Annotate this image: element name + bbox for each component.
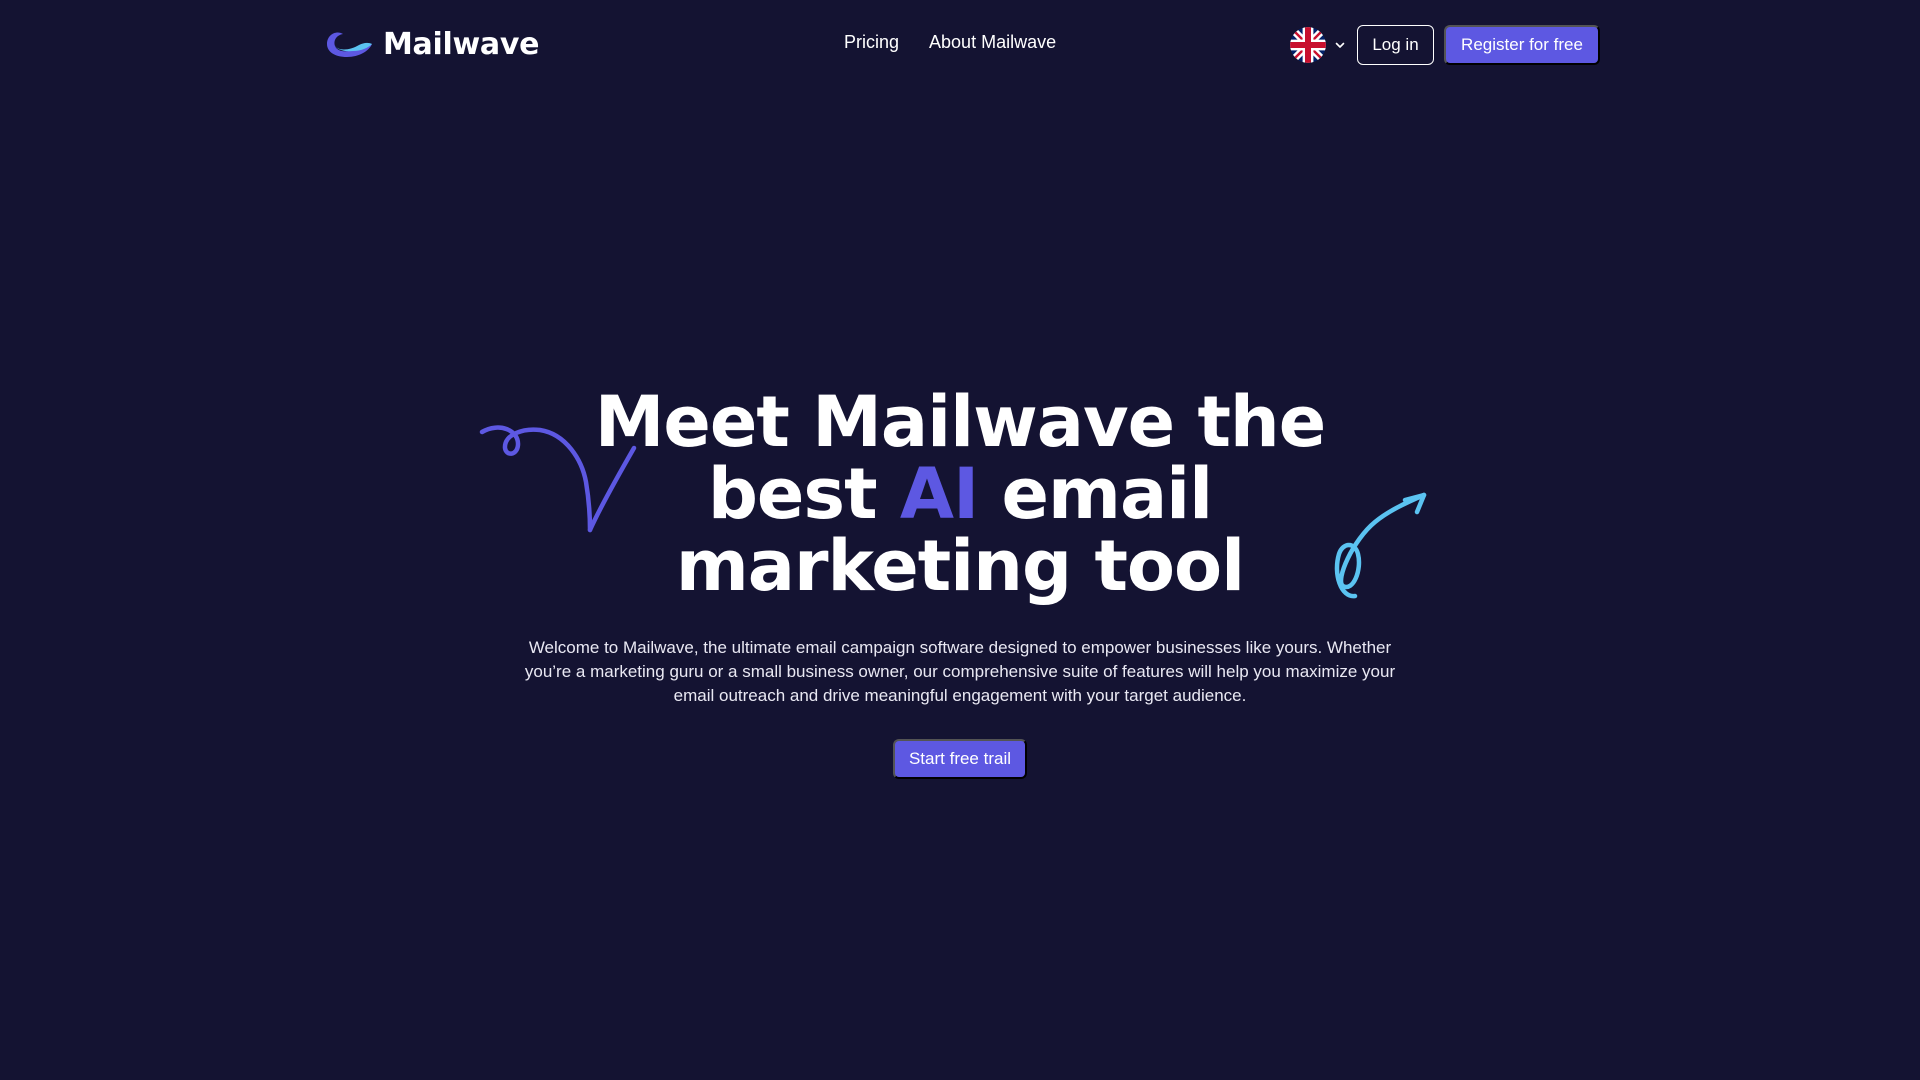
main-nav: Pricing About Mailwave xyxy=(844,32,1056,53)
site-header: Mailwave Pricing About Mailwave Log in R… xyxy=(0,0,1920,90)
hero-title-accent: AI xyxy=(899,453,979,535)
start-trial-button[interactable]: Start free trail xyxy=(893,739,1027,779)
register-button[interactable]: Register for free xyxy=(1444,25,1600,65)
logo-link[interactable]: Mailwave xyxy=(323,24,539,64)
chevron-down-icon xyxy=(1335,42,1345,48)
login-button[interactable]: Log in xyxy=(1357,25,1434,65)
brand-name: Mailwave xyxy=(383,26,540,62)
hero-description: Welcome to Mailwave, the ultimate email … xyxy=(524,638,1396,705)
landing-page: Mailwave Pricing About Mailwave Log in R… xyxy=(0,0,1920,1080)
language-selector[interactable] xyxy=(1290,27,1346,63)
nav-link-pricing[interactable]: Pricing xyxy=(844,32,899,53)
nav-link-about[interactable]: About Mailwave xyxy=(929,32,1056,53)
uk-flag-icon xyxy=(1290,27,1326,63)
wave-logo-icon xyxy=(327,32,372,57)
hero-title: Meet Mailwave the best AI email marketin… xyxy=(560,386,1360,602)
